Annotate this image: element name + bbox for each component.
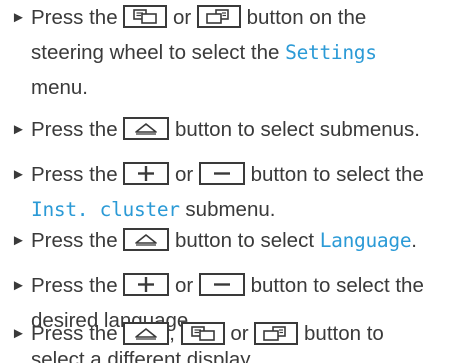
text: or (169, 163, 199, 186)
text: steering wheel to select the (31, 41, 286, 64)
text: or (167, 6, 197, 29)
up-arrow-button-icon (123, 117, 170, 141)
line: ► Press the or button to select the (11, 268, 467, 303)
bullet-icon: ► (11, 9, 26, 26)
line: ► Press the , or button to (11, 322, 467, 346)
text: button to (298, 322, 384, 345)
text: button on the (240, 6, 367, 29)
line: menu. (11, 70, 467, 105)
minus-button-icon (198, 273, 245, 297)
text: or (169, 274, 199, 297)
display-forward-button-icon (196, 5, 241, 29)
text: button to select submenus. (169, 118, 421, 141)
line: ► Press the button to select submenus. (11, 112, 467, 147)
instruction-1: ► Press the or button on the steering wh… (11, 0, 467, 105)
instruction-list: ► Press the or button on the steering wh… (0, 0, 471, 363)
bullet-icon: ► (11, 325, 26, 342)
instruction-4: ► Press the button to select Language. (11, 223, 467, 258)
instruction-2: ► Press the button to select submenus. (11, 112, 467, 147)
display-back-button-icon (123, 5, 168, 29)
text: , (169, 322, 181, 345)
plus-button-icon (123, 273, 170, 297)
text: Press the (31, 229, 124, 252)
up-arrow-button-icon (123, 228, 170, 252)
menu-term: Inst. cluster (31, 198, 180, 221)
bullet-icon: ► (11, 121, 26, 138)
text: Press the (31, 118, 124, 141)
bullet-icon: ► (11, 232, 26, 249)
bullet-icon: ► (11, 166, 26, 183)
up-arrow-button-icon (123, 322, 170, 346)
text: Press the (31, 322, 124, 345)
menu-term: Language (319, 229, 412, 252)
text: button to select (169, 229, 320, 252)
instruction-3: ► Press the or button to select the Inst… (11, 157, 467, 227)
display-back-button-icon (180, 322, 225, 346)
text: . (411, 229, 417, 252)
plus-button-icon (123, 162, 170, 186)
line: select a different display. (11, 346, 467, 363)
text: button to select the (244, 163, 424, 186)
instruction-6: ► Press the , or button to select a diff… (11, 322, 467, 363)
text: button to select the (244, 274, 424, 297)
text: menu. (31, 76, 88, 99)
text: Press the (31, 6, 124, 29)
text: Press the (31, 163, 124, 186)
line: ► Press the or button on the (11, 0, 467, 35)
text: submenu. (179, 198, 276, 221)
text: Press the (31, 274, 124, 297)
text: or (224, 322, 255, 345)
line: ► Press the or button to select the (11, 157, 467, 192)
bullet-icon: ► (11, 277, 26, 294)
line: ► Press the button to select Language. (11, 223, 467, 258)
line: steering wheel to select the Settings (11, 35, 467, 70)
display-forward-button-icon (254, 322, 299, 346)
menu-term: Settings (285, 41, 377, 64)
line: Inst. cluster submenu. (11, 192, 467, 227)
text: select a different display. (31, 348, 255, 363)
minus-button-icon (198, 162, 245, 186)
